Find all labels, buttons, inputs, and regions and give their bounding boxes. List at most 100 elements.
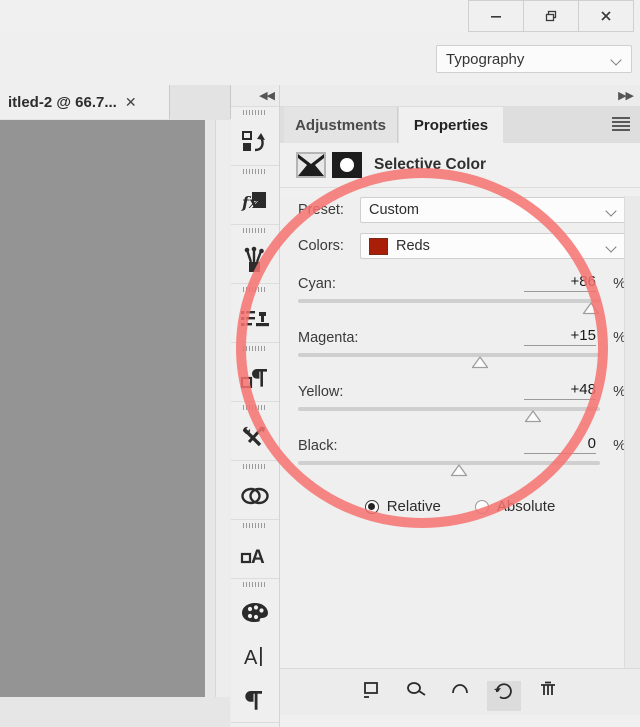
- drag-grip-icon[interactable]: [231, 461, 279, 472]
- slider-list: Cyan: +86% Magenta: +15% Yellow: +48% Black: 0%: [280, 270, 640, 477]
- delete-icon[interactable]: [531, 681, 565, 711]
- slider-value-input[interactable]: +86: [524, 273, 596, 292]
- clip-to-layer-icon[interactable]: [355, 681, 389, 711]
- character-icon[interactable]: A: [231, 634, 279, 678]
- drag-grip-icon[interactable]: [231, 520, 279, 531]
- drag-grip-icon[interactable]: [231, 107, 279, 118]
- slider-value-input[interactable]: 0: [524, 435, 596, 454]
- slider-header: Yellow: +48%: [298, 378, 626, 400]
- slider-thumb[interactable]: [582, 302, 600, 315]
- layer-thumbnail-icon[interactable]: [296, 152, 326, 178]
- swatches-icon[interactable]: [231, 590, 279, 634]
- drag-grip-icon[interactable]: [231, 343, 279, 354]
- workspace-dropdown[interactable]: Typography: [436, 45, 632, 73]
- radio-relative[interactable]: Relative: [364, 498, 441, 515]
- canvas-area: [0, 120, 230, 727]
- collapsed-panel-rail: ◀◀ fx A A: [231, 85, 280, 727]
- close-icon[interactable]: ✕: [125, 94, 137, 111]
- slider-value-input[interactable]: +48: [524, 381, 596, 400]
- colors-label: Colors:: [298, 238, 344, 254]
- document-tab-title: itled-2 @ 66.7...: [8, 93, 117, 111]
- preset-dropdown[interactable]: Custom: [360, 197, 626, 223]
- panel-vertical-scrollbar[interactable]: [624, 196, 640, 668]
- slider-header: Magenta: +15%: [298, 324, 626, 346]
- options-bar: Typography: [0, 33, 640, 86]
- svg-text:A: A: [251, 547, 265, 568]
- slider-label: Yellow:: [298, 384, 344, 400]
- method-radio-group: Relative Absolute: [280, 498, 640, 515]
- document-tab-strip: itled-2 @ 66.7... ✕: [0, 85, 231, 121]
- rail-group-3: [231, 225, 279, 284]
- reset-icon[interactable]: [487, 681, 521, 711]
- styles-fx-icon[interactable]: fx: [231, 177, 279, 224]
- rail-header: ◀◀: [231, 85, 279, 107]
- brush-presets-icon[interactable]: [231, 236, 279, 283]
- panel-menu-icon[interactable]: [612, 117, 630, 131]
- actions-icon[interactable]: [231, 118, 279, 165]
- rail-group-7: [231, 461, 279, 520]
- collapse-panels-icon[interactable]: ◀◀: [259, 89, 275, 102]
- rail-group-8: A: [231, 520, 279, 579]
- slider-bar: [298, 407, 600, 411]
- slider-track[interactable]: [298, 406, 626, 423]
- drag-grip-icon[interactable]: [231, 402, 279, 413]
- close-button[interactable]: [579, 0, 634, 32]
- tab-properties[interactable]: Properties: [399, 107, 503, 143]
- adjustment-header: Selective Color: [280, 143, 640, 188]
- minimize-button[interactable]: [468, 0, 524, 32]
- colors-dropdown[interactable]: Reds: [360, 233, 626, 259]
- panel-header-bar: ▶▶: [280, 85, 640, 107]
- chevron-down-icon: [606, 205, 617, 216]
- canvas-vertical-scrollbar[interactable]: [215, 120, 230, 697]
- colors-row: Colors: Reds: [280, 232, 640, 260]
- slider-bar: [298, 299, 600, 303]
- slider-thumb[interactable]: [450, 464, 468, 477]
- toggle-visibility-icon[interactable]: [443, 681, 477, 711]
- document-tab[interactable]: itled-2 @ 66.7... ✕: [0, 85, 170, 119]
- restore-button[interactable]: [524, 0, 579, 32]
- radio-absolute-label: Absolute: [496, 498, 556, 515]
- rail-group-5: [231, 343, 279, 402]
- rail-group-2: fx: [231, 166, 279, 225]
- clone-source-icon[interactable]: [231, 295, 279, 342]
- paragraph-styles-icon[interactable]: [231, 354, 279, 401]
- mask-thumbnail-icon[interactable]: [332, 152, 362, 178]
- preset-row: Preset: Custom: [280, 196, 640, 224]
- drag-grip-icon[interactable]: [231, 225, 279, 236]
- slider-label: Magenta:: [298, 330, 359, 346]
- cc-libraries-icon[interactable]: [231, 472, 279, 519]
- slider-yellow: Yellow: +48%: [280, 378, 640, 423]
- expand-panels-icon[interactable]: ▶▶: [618, 89, 634, 102]
- workspace-label: Typography: [446, 50, 525, 68]
- slider-unit: %: [613, 330, 626, 346]
- radio-dot-icon: [474, 499, 489, 514]
- radio-absolute[interactable]: Absolute: [474, 498, 556, 515]
- drag-grip-icon[interactable]: [231, 166, 279, 177]
- drag-grip-icon[interactable]: [231, 284, 279, 295]
- chevron-down-icon: [611, 54, 622, 65]
- paragraph-icon[interactable]: [231, 678, 279, 722]
- slider-track[interactable]: [298, 352, 626, 369]
- view-previous-state-icon[interactable]: [399, 681, 433, 711]
- panel-footer: [280, 668, 640, 715]
- preset-value: Custom: [369, 202, 419, 218]
- preset-label: Preset:: [298, 202, 344, 218]
- slider-thumb[interactable]: [524, 410, 542, 423]
- slider-value-input[interactable]: +15: [524, 327, 596, 346]
- tool-presets-icon[interactable]: [231, 413, 279, 460]
- colors-value: Reds: [396, 238, 430, 254]
- rail-group-6: [231, 402, 279, 461]
- page-title: Selective Color: [374, 156, 486, 173]
- tab-adjustments[interactable]: Adjustments: [284, 107, 398, 143]
- slider-track[interactable]: [298, 298, 626, 315]
- slider-thumb[interactable]: [471, 356, 489, 369]
- slider-label: Cyan:: [298, 276, 336, 292]
- slider-label: Black:: [298, 438, 338, 454]
- slider-track[interactable]: [298, 460, 626, 477]
- document-canvas[interactable]: [0, 120, 205, 697]
- character-styles-icon[interactable]: A: [231, 531, 279, 578]
- drag-grip-icon[interactable]: [231, 579, 279, 590]
- slider-unit: %: [613, 384, 626, 400]
- svg-text:fx: fx: [241, 193, 259, 212]
- tab-strip-filler: [171, 85, 231, 119]
